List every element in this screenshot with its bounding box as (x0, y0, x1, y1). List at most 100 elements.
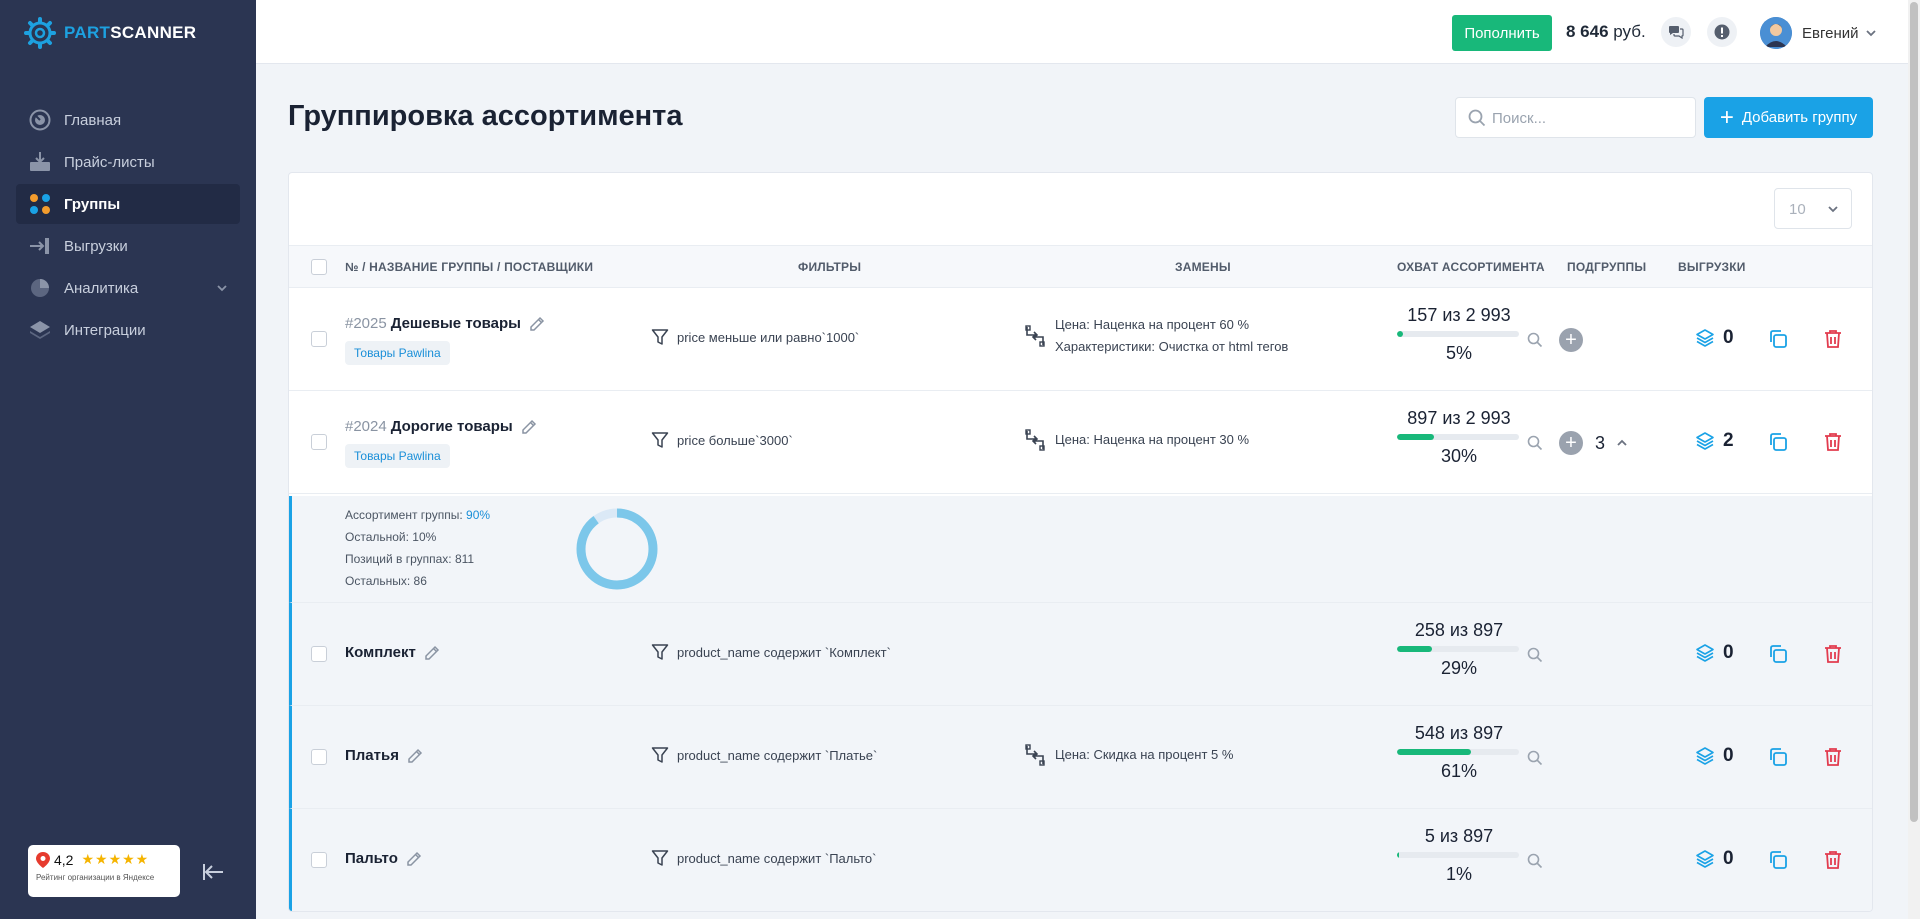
sidebar-item-integrations[interactable]: Интеграции (16, 310, 240, 350)
trash-icon[interactable] (1824, 747, 1842, 767)
copy-icon[interactable] (1768, 747, 1788, 767)
page-title: Группировка ассортимента (288, 100, 683, 132)
balance: 8 646 руб. (1566, 22, 1646, 41)
exports-cell[interactable]: 0 (1695, 642, 1734, 664)
trash-icon[interactable] (1824, 329, 1842, 349)
copy-icon[interactable] (1768, 432, 1788, 452)
pencil-icon[interactable] (407, 748, 423, 764)
filter-icon (651, 432, 669, 448)
search-input[interactable] (1492, 106, 1687, 130)
chevron-down-icon (217, 285, 227, 292)
search-icon[interactable] (1527, 647, 1543, 663)
rating-caption: Рейтинг организации в Яндексе (36, 873, 155, 882)
chevron-down-icon (1865, 30, 1876, 37)
search-icon[interactable] (1527, 750, 1543, 766)
trash-icon[interactable] (1824, 850, 1842, 870)
group-name[interactable]: #2024 Дорогие товары (345, 418, 537, 435)
header-filters: ФИЛЬТРЫ (798, 260, 862, 274)
search-icon[interactable] (1527, 853, 1543, 869)
add-subgroup-button[interactable]: + (1559, 431, 1583, 455)
copy-icon[interactable] (1768, 644, 1788, 664)
table-row: Комплект product_name содержит `Комплект… (289, 603, 1872, 706)
per-page-select[interactable]: 10 (1774, 188, 1852, 229)
pencil-icon[interactable] (424, 645, 440, 661)
filter-cell: product_name содержит `Комплект` (651, 643, 891, 661)
sidebar-item-label: Интеграции (64, 321, 146, 339)
trash-icon[interactable] (1824, 432, 1842, 452)
row-checkbox[interactable] (311, 852, 327, 868)
sidebar-item-home[interactable]: Главная (16, 100, 240, 140)
search-icon (1468, 109, 1486, 127)
exports-cell[interactable]: 2 (1695, 430, 1734, 452)
supplier-tag[interactable]: Товары Pawlina (345, 444, 450, 468)
donut-arc (576, 508, 658, 590)
group-name[interactable]: Платья (345, 747, 423, 764)
search-icon[interactable] (1527, 332, 1543, 348)
row-checkbox[interactable] (311, 749, 327, 765)
sidebar-nav: Главная Прайс-листы Группы Выгрузки Анал… (16, 100, 240, 352)
exclamation-icon (1714, 24, 1730, 40)
scrollbar-thumb[interactable] (1910, 2, 1918, 822)
exports-cell[interactable]: 0 (1695, 745, 1734, 767)
layers-icon (1696, 850, 1714, 868)
pencil-icon[interactable] (521, 419, 537, 435)
add-group-button[interactable]: + Добавить группу (1704, 97, 1873, 138)
subgroup-count: 3 (1595, 433, 1606, 453)
group-name[interactable]: Пальто (345, 850, 422, 867)
chat-button[interactable] (1661, 17, 1691, 47)
row-checkbox[interactable] (311, 434, 327, 450)
coverage-bar (1397, 434, 1519, 440)
filter-cell: price меньше или равно`1000` (651, 328, 859, 346)
collapse-sidebar-button[interactable] (200, 858, 228, 886)
sidebar-item-label: Аналитика (64, 279, 139, 297)
table-header: № / НАЗВАНИЕ ГРУППЫ / ПОСТАВЩИКИ ФИЛЬТРЫ… (289, 245, 1872, 288)
search-box[interactable] (1455, 97, 1696, 138)
search-icon[interactable] (1527, 435, 1543, 451)
copy-icon[interactable] (1768, 329, 1788, 349)
groups-table-card: 10 № / НАЗВАНИЕ ГРУППЫ / ПОСТАВЩИКИ ФИЛЬ… (288, 172, 1873, 912)
swap-icon (1025, 325, 1045, 347)
alert-button[interactable] (1707, 17, 1737, 47)
pencil-icon[interactable] (529, 316, 545, 332)
chevron-up-icon[interactable] (1615, 437, 1629, 449)
page-scrollbar[interactable] (1908, 0, 1920, 919)
add-subgroup-button[interactable]: + (1559, 328, 1583, 352)
row-checkbox[interactable] (311, 646, 327, 662)
sidebar-item-label: Выгрузки (64, 237, 128, 255)
chevron-down-icon (1828, 206, 1838, 213)
sidebar-item-exports[interactable]: Выгрузки (16, 226, 240, 266)
trash-icon[interactable] (1824, 644, 1842, 664)
assortment-donut-chart (576, 508, 658, 590)
select-all-checkbox[interactable] (311, 259, 327, 275)
copy-icon[interactable] (1768, 850, 1788, 870)
rating-stars-icon: ★★★★★ (81, 851, 150, 867)
coverage-bar (1397, 331, 1519, 337)
row-checkbox[interactable] (311, 331, 327, 347)
topup-button[interactable]: Пополнить (1452, 15, 1552, 51)
inbox-download-icon (28, 150, 52, 174)
sidebar-item-analytics[interactable]: Аналитика (16, 268, 240, 308)
table-row: Пальто product_name содержит `Пальто` 5 … (289, 809, 1872, 911)
pencil-icon[interactable] (406, 851, 422, 867)
exports-cell[interactable]: 0 (1695, 848, 1734, 870)
arrow-left-bar-icon (203, 864, 223, 880)
plus-icon: + (1719, 103, 1734, 131)
coverage-bar (1397, 749, 1519, 755)
supplier-tag[interactable]: Товары Pawlina (345, 341, 450, 365)
per-page-value: 10 (1789, 201, 1806, 218)
group-name[interactable]: #2025 Дешевые товары (345, 315, 545, 332)
coverage-cell: 897 из 2 993 30% (1397, 408, 1521, 467)
rating-value: 4,2 (54, 851, 74, 868)
sidebar-item-price-lists[interactable]: Прайс-листы (16, 142, 240, 182)
groups-dots-icon (28, 192, 52, 216)
group-name[interactable]: Комплект (345, 644, 440, 661)
user-menu[interactable]: Евгений (1760, 16, 1877, 50)
header-exports: ВЫГРУЗКИ (1678, 260, 1746, 274)
table-row: #2025 Дешевые товары Товары Pawlina price… (289, 288, 1872, 391)
logo[interactable]: PARTSCANNER (24, 16, 196, 50)
replacements-cell: Цена: Наценка на процент 30 % (1025, 429, 1249, 451)
exports-cell[interactable]: 0 (1695, 327, 1734, 349)
topbar: Пополнить 8 646 руб. Евгений (256, 0, 1908, 64)
sidebar-item-groups[interactable]: Группы (16, 184, 240, 224)
yandex-rating-widget[interactable]: 4,2 ★★★★★ Рейтинг организации в Яндексе (28, 845, 180, 897)
